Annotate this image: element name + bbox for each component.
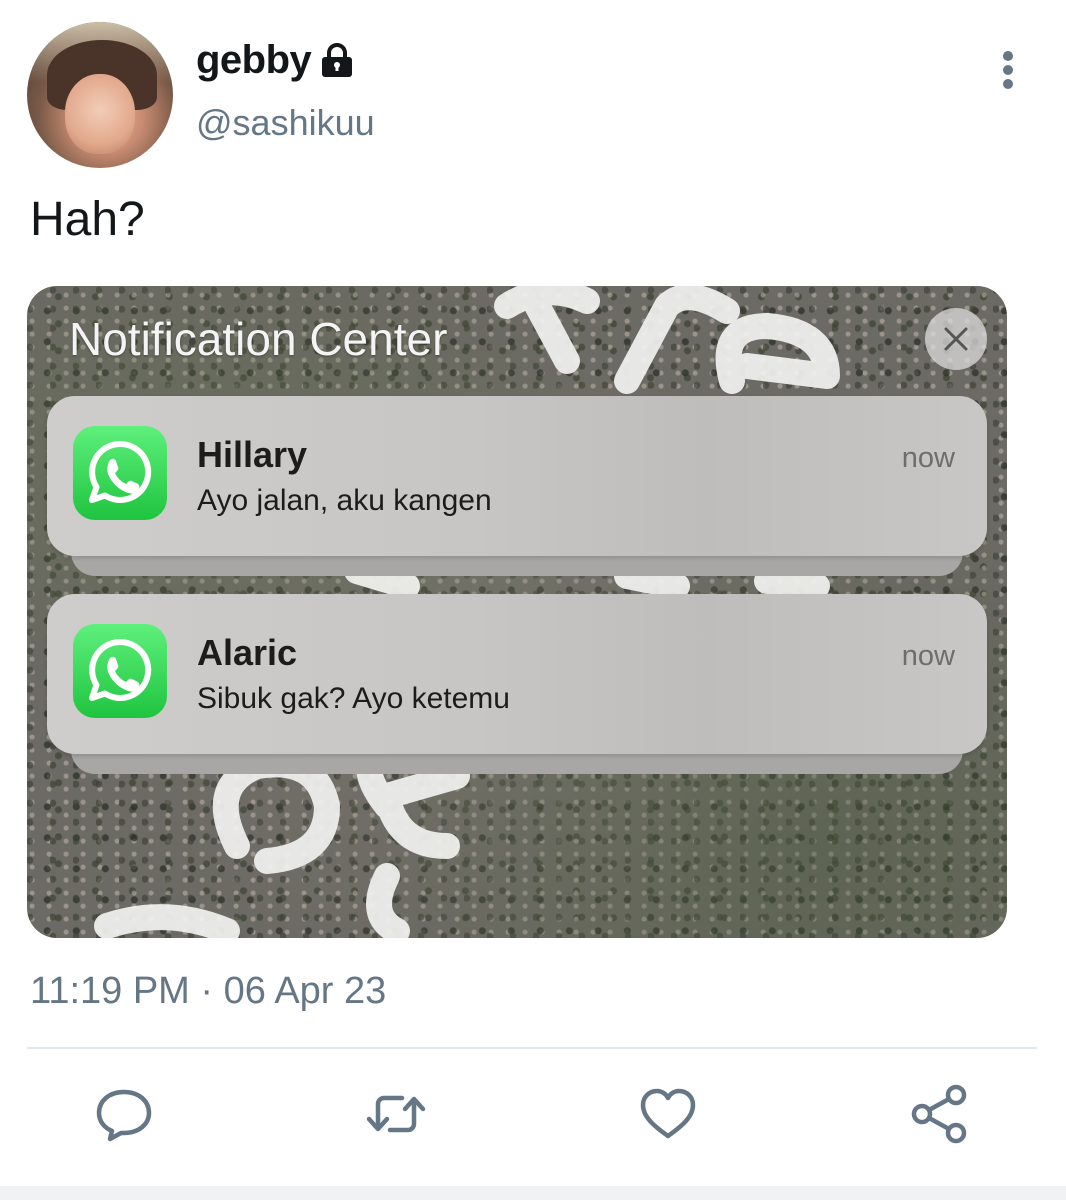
tweet: gebby @sashikuu Hah? Notification Center… bbox=[0, 0, 1066, 1200]
tweet-timestamp[interactable]: 11:19 PM · 06 Apr 23 bbox=[30, 970, 386, 1013]
bottom-separator bbox=[0, 1186, 1066, 1200]
tweet-text: Hah? bbox=[30, 193, 145, 246]
share-icon bbox=[911, 1084, 967, 1144]
handle[interactable]: @sashikuu bbox=[196, 102, 375, 144]
notification-message: Sibuk gak? Ayo ketemu bbox=[197, 682, 510, 715]
notification-card[interactable]: Alaric Sibuk gak? Ayo ketemu now bbox=[47, 594, 987, 754]
heart-icon bbox=[640, 1088, 696, 1139]
retweet-button[interactable] bbox=[364, 1082, 428, 1146]
retweet-icon bbox=[366, 1095, 426, 1133]
notification-message: Ayo jalan, aku kangen bbox=[197, 484, 492, 517]
whatsapp-icon bbox=[73, 426, 167, 520]
tweet-media[interactable]: Notification Center Hillary Ayo jalan, a… bbox=[27, 286, 1007, 938]
comment-icon bbox=[96, 1089, 152, 1142]
name-row: gebby bbox=[196, 38, 355, 83]
notification-card[interactable]: Hillary Ayo jalan, aku kangen now bbox=[47, 396, 987, 556]
divider bbox=[27, 1047, 1037, 1049]
display-name[interactable]: gebby bbox=[196, 38, 312, 83]
share-button[interactable] bbox=[908, 1082, 972, 1146]
reply-button[interactable] bbox=[92, 1082, 156, 1146]
like-button[interactable] bbox=[636, 1082, 700, 1146]
lock-icon bbox=[319, 42, 355, 79]
notification-time: now bbox=[901, 640, 955, 672]
notification-sender: Alaric bbox=[197, 632, 298, 673]
notification-center-title: Notification Center bbox=[69, 313, 448, 365]
notification-sender: Hillary bbox=[197, 434, 308, 475]
notification-time: now bbox=[901, 442, 955, 474]
avatar[interactable] bbox=[27, 22, 173, 168]
more-vertical-icon[interactable] bbox=[994, 50, 1022, 90]
close-icon[interactable] bbox=[925, 308, 987, 370]
whatsapp-icon bbox=[73, 624, 167, 718]
